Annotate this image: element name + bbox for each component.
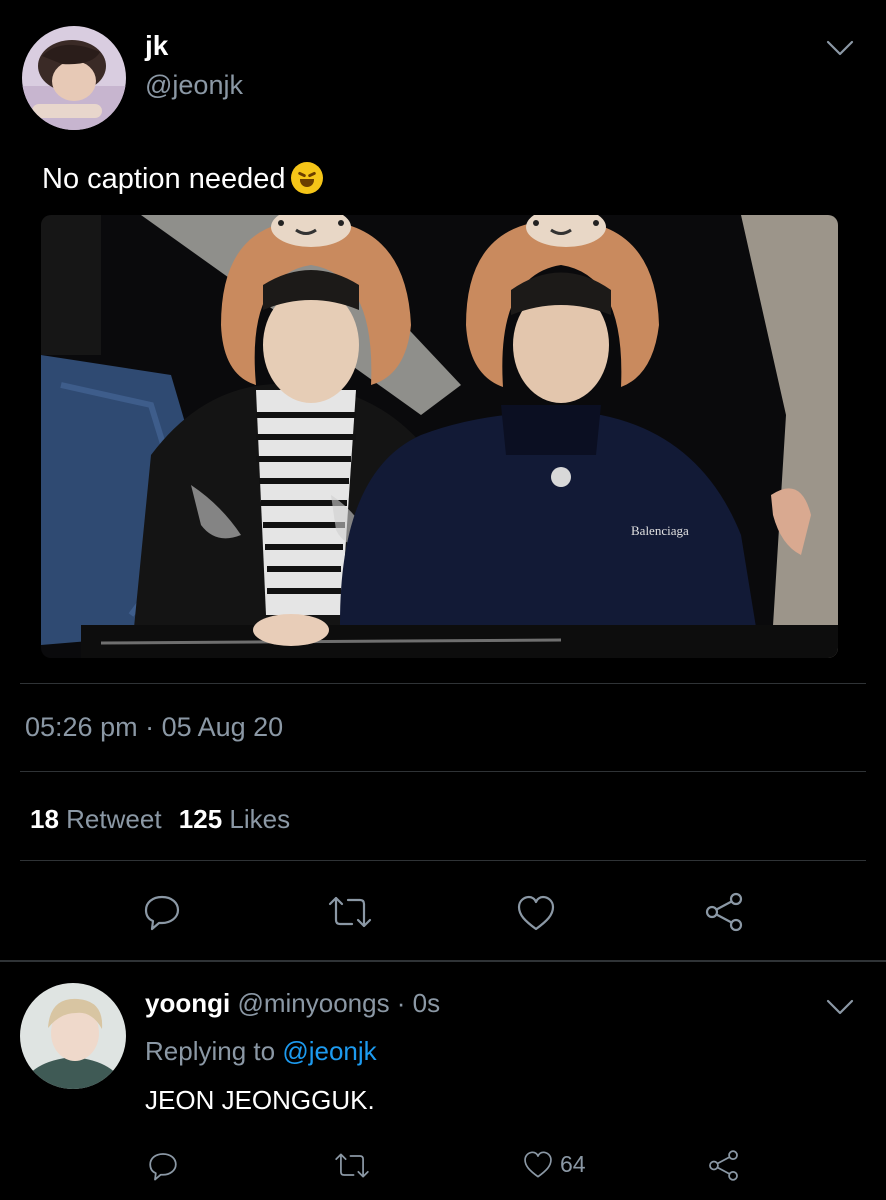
like-icon[interactable] bbox=[515, 894, 557, 932]
share-icon[interactable] bbox=[706, 1148, 741, 1183]
reply-like[interactable]: 64 bbox=[522, 1150, 586, 1179]
divider bbox=[20, 683, 866, 684]
tweet-stats: 18 Retweet 125 Likes bbox=[30, 804, 290, 835]
retweet-label: Retweet bbox=[66, 804, 162, 834]
svg-text:Balenciaga: Balenciaga bbox=[631, 523, 689, 538]
divider bbox=[20, 771, 866, 772]
avatar[interactable] bbox=[22, 26, 126, 130]
likes-label: Likes bbox=[229, 804, 291, 834]
display-name[interactable]: jk bbox=[145, 30, 168, 62]
reply-header: yoongi @minyoongs · 0s bbox=[145, 988, 440, 1019]
replying-to-handle[interactable]: @jeonjk bbox=[282, 1036, 376, 1066]
tweet-text-content: No caption needed bbox=[42, 163, 286, 195]
chevron-down-icon[interactable] bbox=[825, 38, 855, 58]
reply-display-name[interactable]: yoongi bbox=[145, 988, 230, 1018]
reply-like-count: 64 bbox=[560, 1151, 586, 1177]
rolling-on-floor-laughing-emoji-icon bbox=[291, 162, 324, 194]
retweet-icon[interactable] bbox=[326, 894, 374, 930]
divider bbox=[20, 860, 866, 861]
reply-text: JEON JEONGGUK. bbox=[145, 1085, 375, 1115]
likes-count-link[interactable]: 125 Likes bbox=[179, 804, 290, 834]
likes-count: 125 bbox=[178, 804, 223, 834]
retweet-icon[interactable] bbox=[333, 1151, 371, 1180]
tweet-timestamp[interactable]: 05:26 pm · 05 Aug 20 bbox=[25, 712, 283, 743]
retweet-count-link[interactable]: 18 Retweet bbox=[30, 804, 169, 834]
divider bbox=[0, 960, 886, 962]
reply-handle-time[interactable]: @minyoongs · 0s bbox=[237, 988, 440, 1018]
handle[interactable]: @jeonjk bbox=[145, 70, 243, 101]
share-icon[interactable] bbox=[702, 890, 746, 934]
replying-to: Replying to @jeonjk bbox=[145, 1036, 377, 1067]
reply-icon[interactable] bbox=[147, 1150, 179, 1182]
tweet-media-image[interactable]: Balenciaga bbox=[41, 215, 838, 658]
reply-icon[interactable] bbox=[142, 892, 182, 932]
replying-to-prefix: Replying to bbox=[145, 1036, 276, 1066]
retweet-count: 18 bbox=[30, 804, 59, 834]
tweet-text: No caption needed bbox=[42, 162, 324, 196]
like-icon bbox=[522, 1150, 554, 1179]
reply-avatar[interactable] bbox=[20, 983, 126, 1089]
chevron-down-icon[interactable] bbox=[825, 997, 855, 1017]
